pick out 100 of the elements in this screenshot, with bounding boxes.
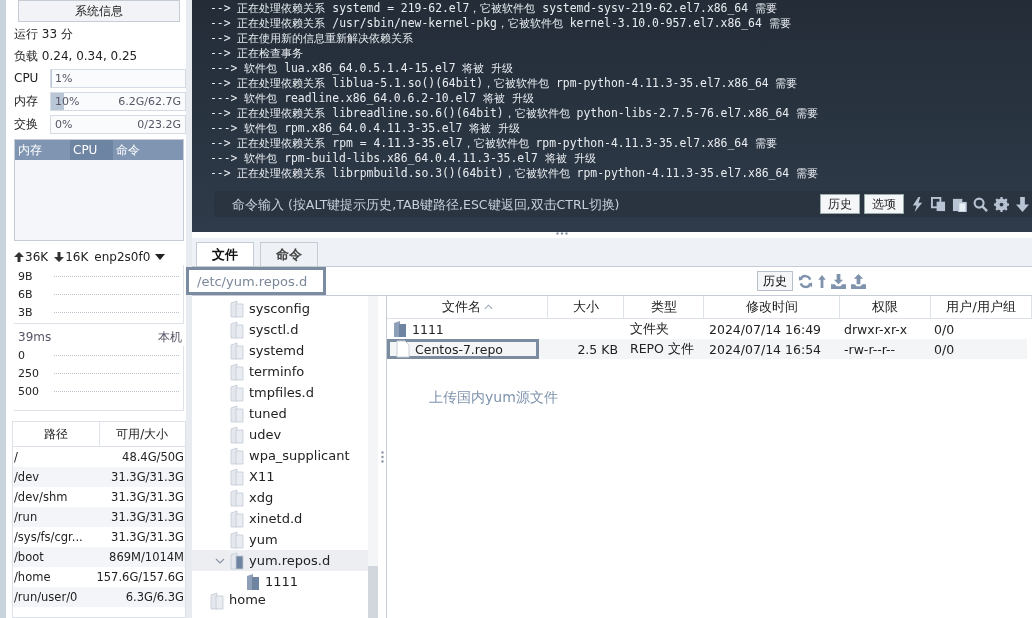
folder-icon [230, 551, 244, 570]
table-cell-text: 48.4G/50G [122, 449, 184, 466]
interface-dropdown[interactable]: enp2s0f0 [94, 250, 166, 264]
file-name-cell[interactable]: 1111 [387, 319, 547, 339]
tree-item[interactable]: systemd [192, 340, 368, 361]
table-cell-text: /run/user/0 [14, 589, 78, 606]
settings-icon[interactable] [994, 196, 1009, 212]
chevron-icon[interactable] [215, 557, 225, 564]
sort-caret-icon [483, 304, 493, 310]
column-header[interactable]: CPU [70, 140, 113, 160]
table-cell-text: /boot [14, 549, 44, 566]
download-rate: 16K [54, 250, 89, 264]
column-header[interactable]: 文件名 [387, 296, 548, 318]
column-header[interactable]: 权限 [840, 296, 931, 318]
splitter-handle[interactable] [556, 232, 568, 235]
tree-item[interactable]: 1111 [192, 571, 368, 592]
tree-item[interactable]: sysctl.d [192, 319, 368, 340]
tree-item[interactable]: tmpfiles.d [192, 382, 368, 403]
caret-icon [155, 254, 166, 260]
table-cell-text: 31.3G/31.3G [111, 529, 184, 546]
path-field[interactable]: /etc/yum.repos.d [186, 267, 326, 295]
down-arrow-icon[interactable] [1015, 196, 1030, 212]
folder-icon [230, 446, 244, 465]
meter-label: CPU [14, 71, 40, 85]
scrollbar-thumb[interactable] [368, 566, 378, 618]
folder-icon [393, 320, 407, 338]
table-cell-text: 2.5 KB [576, 341, 619, 357]
annotation-text: 上传国内yum源文件 [429, 389, 559, 407]
paste-icon[interactable] [952, 196, 967, 212]
terminal-line: ---> 软件包 rpm.x86_64.0.4.11.3-35.el7 将被 升级 [210, 121, 522, 136]
tree-item[interactable]: wpa_supplicant [192, 445, 368, 466]
table-cell-text: /sys/fs/cgr... [14, 529, 83, 546]
upload-icon[interactable] [851, 273, 866, 289]
meter-bar: 0% 0/23.2G [50, 114, 186, 134]
tree-item[interactable]: terminfo [192, 361, 368, 382]
uptime-text: 运行 33 分 [14, 26, 74, 43]
column-header[interactable]: 用户/用户组 [931, 296, 1032, 318]
meter-bar: 10% 6.2G/62.7G [50, 91, 186, 111]
table-cell-text: 31.3G/31.3G [111, 489, 184, 506]
table-cell-text: 31.3G/31.3G [111, 509, 184, 526]
tree-item[interactable]: home [192, 592, 368, 606]
command-input[interactable]: 命令输入 (按ALT键提示历史,TAB键路径,ESC键返回,双击CTRL切换) 历史 选项 [214, 191, 1032, 217]
folder-icon [230, 530, 244, 549]
up-arrow-icon[interactable] [818, 273, 826, 289]
table-cell-text: /run [14, 509, 38, 526]
column-header[interactable]: 类型 [624, 296, 704, 318]
tree-item[interactable]: tuned [192, 403, 368, 424]
folder-icon [230, 299, 244, 318]
tree-item[interactable]: xdg [192, 487, 368, 508]
table-cell-text: /home [14, 569, 51, 586]
folder-icon [210, 592, 224, 610]
terminal-line: --> 正在处理依赖关系 rpm = 4.11.3-35.el7，它被软件包 rpm-python-4.11.3-35.el7.x86_64 需要 [210, 136, 778, 151]
table-cell-text: 2024/07/14 16:54 [708, 341, 823, 357]
tree-item[interactable]: X11 [192, 466, 368, 487]
tree-item[interactable]: sysconfig [192, 298, 368, 319]
ping-target: 本机 [158, 329, 182, 346]
terminal-line: --> 正在处理依赖关系 /usr/sbin/new-kernel-pkg，它被软件包 kernel-3.10.0-957.el7.x86_64 需要 [210, 16, 792, 31]
tree-item[interactable]: yum [192, 529, 368, 550]
terminal-button[interactable]: 选项 [864, 194, 904, 214]
terminal-line: --> 正在处理依赖关系 systemd = 219-62.el7，它被软件包 systemd-sysv-219-62.el7.x86_64 需要 [210, 1, 778, 16]
column-header[interactable]: 大小 [548, 296, 624, 318]
tab[interactable]: 文件 [196, 242, 254, 266]
terminal-button[interactable]: 历史 [820, 194, 860, 214]
search-icon[interactable] [973, 196, 988, 212]
folder-icon [230, 341, 244, 360]
folder-icon [230, 404, 244, 423]
terminal-line: --> 正在处理依赖关系 librpmbuild.so.3()(64bit)，它被软件包 rpm-python-4.11.3-35.el7.x86_64 需要 [210, 166, 820, 181]
tree-item[interactable]: udev [192, 424, 368, 445]
folder-icon [230, 320, 244, 339]
folder-icon [230, 509, 244, 528]
table-cell-text: 0/0 [933, 321, 956, 337]
tree-item[interactable]: yum.repos.d [192, 550, 368, 571]
copy-icon[interactable] [931, 196, 946, 212]
folder-icon [230, 467, 244, 486]
splitter-handle[interactable] [380, 451, 384, 463]
history-button[interactable]: 历史 [757, 271, 793, 291]
terminal-line: --> 正在处理依赖关系 liblua-5.1.so()(64bit)，它被软件包 rpm-python-4.11.3-35.el7.x86_64 需要 [210, 76, 799, 91]
table-cell-text: 0/0 [933, 341, 956, 357]
terminal-line: ---> 软件包 lua.x86_64.0.5.1.4-15.el7 将被 升级 [210, 61, 515, 76]
column-header[interactable]: 修改时间 [704, 296, 840, 318]
axis-label: 0 [18, 348, 26, 362]
axis-label: 6B [18, 287, 34, 301]
axis-label: 9B [18, 269, 34, 283]
refresh-icon[interactable] [798, 273, 813, 289]
folder-icon [246, 572, 260, 591]
column-header[interactable]: 路径 [13, 422, 99, 446]
folder-icon [230, 383, 244, 402]
table-cell-text: REPO 文件 [629, 340, 695, 358]
terminal-line: --> 正在使用新的信息重新解决依赖关系 [210, 31, 415, 46]
tab[interactable]: 命令 [260, 242, 318, 266]
axis-label: 250 [18, 366, 40, 380]
system-info-button[interactable]: 系统信息 [18, 0, 180, 22]
file-name-cell[interactable]: Centos-7.repo [387, 339, 539, 359]
terminal-line: --> 正在检查事务 [210, 46, 305, 61]
download-icon[interactable] [831, 273, 846, 289]
tree-item[interactable]: xinetd.d [192, 508, 368, 529]
table-cell-text: /dev/shm [14, 489, 68, 506]
column-header[interactable]: 可用/大小 [98, 422, 185, 446]
table-cell-text: -rw-r--r-- [843, 341, 897, 357]
terminal-line: ---> 软件包 readline.x86_64.0.6.2-10.el7 将被 升级 [210, 91, 535, 106]
